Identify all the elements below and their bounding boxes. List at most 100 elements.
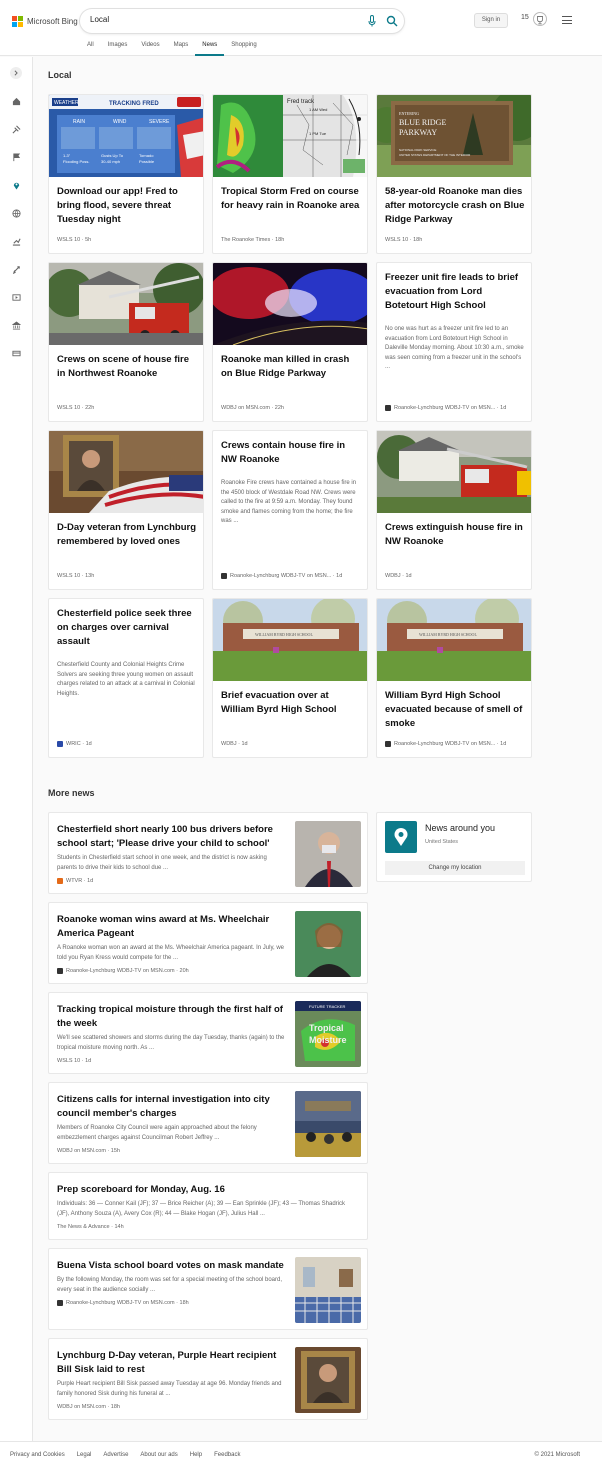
card-title[interactable]: Brief evacuation over at William Byrd Hi… [221, 689, 361, 717]
card-source: WDBJ on MSN.com · 22h [221, 405, 284, 411]
news-card[interactable]: WILLIAM BYRD HIGH SCHOOL Brief evacuatio… [212, 598, 368, 758]
card-snippet: Roanoke Fire crews have contained a hous… [221, 480, 357, 524]
weather-logo-text: WEATHER [54, 100, 79, 106]
news-card[interactable]: ENTERING BLUE RIDGE PARKWAY NATIONAL PAR… [376, 94, 532, 254]
parkway-sign-image: ENTERING BLUE RIDGE PARKWAY NATIONAL PAR… [377, 95, 531, 177]
item-title[interactable]: Buena Vista school board votes on mask m… [57, 1259, 285, 1273]
school-sign-text: WILLIAM BYRD HIGH SCHOOL [419, 632, 477, 637]
news-card[interactable]: D-Day veteran from Lynchburg remembered … [48, 430, 204, 590]
card-title[interactable]: D-Day veteran from Lynchburg remembered … [57, 521, 197, 549]
source-name: Roanoke-Lynchburg WDBJ-TV on MSN... [394, 405, 496, 411]
card-title[interactable]: Tropical Storm Fred on course for heavy … [221, 185, 361, 213]
wtvr-source-icon [57, 878, 63, 884]
money-icon[interactable] [11, 348, 21, 358]
meeting-room-thumbnail [295, 1257, 361, 1323]
expand-icon[interactable] [10, 67, 22, 79]
source-name: WDBJ [221, 741, 237, 747]
item-title[interactable]: Prep scoreboard for Monday, Aug. 16 [57, 1183, 357, 1197]
card-title[interactable]: Chesterfield police seek three on charge… [57, 607, 197, 649]
more-news-item[interactable]: Lynchburg D-Day veteran, Purple Heart re… [48, 1338, 368, 1420]
search-icon[interactable] [386, 15, 398, 27]
flag-icon[interactable] [11, 152, 21, 162]
news-card[interactable]: Crews extinguish house fire in NW Roanok… [376, 430, 532, 590]
card-title[interactable]: Crews contain house fire in NW Roanoke [221, 439, 361, 467]
more-news-item[interactable]: Buena Vista school board votes on mask m… [48, 1248, 368, 1330]
location-icon[interactable] [11, 180, 21, 190]
news-card[interactable]: Crews contain house fire in NW Roanoke R… [212, 430, 368, 590]
card-title[interactable]: Crews on scene of house fire in Northwes… [57, 353, 197, 381]
more-news-item[interactable]: Prep scoreboard for Monday, Aug. 16 Indi… [48, 1172, 368, 1240]
item-title[interactable]: Lynchburg D-Day veteran, Purple Heart re… [57, 1349, 285, 1377]
card-title[interactable]: Roanoke man killed in crash on Blue Ridg… [221, 353, 361, 381]
microphone-icon[interactable] [368, 15, 376, 27]
council-thumbnail [295, 1091, 361, 1157]
item-snippet: Purple Heart recipient Bill Sisk passed … [57, 1381, 282, 1397]
card-title[interactable]: Freezer unit fire leads to brief evacuat… [385, 271, 525, 313]
headlines-icon[interactable] [11, 124, 21, 134]
business-icon[interactable] [11, 236, 21, 246]
item-title[interactable]: Citizens calls for internal investigatio… [57, 1093, 285, 1121]
parkway-top-text: ENTERING [399, 111, 419, 116]
portrait-flag-image [49, 431, 203, 513]
search-input[interactable]: Local [90, 15, 109, 24]
world-icon[interactable] [11, 208, 21, 218]
home-icon[interactable] [11, 96, 21, 106]
news-card[interactable]: Roanoke man killed in crash on Blue Ridg… [212, 262, 368, 422]
news-card[interactable]: WEATHER TRACKING FRED RAIN WIND SEVERE 1… [48, 94, 204, 254]
storm-time1-text: 1 AM Wed [309, 107, 327, 112]
footer-link-legal[interactable]: Legal [77, 1452, 92, 1458]
change-location-button[interactable]: Change my location [385, 861, 525, 875]
item-title[interactable]: Chesterfield short nearly 100 bus driver… [57, 823, 285, 851]
storm-track-image: Fred track 1 AM Wed 1 PM Tue [213, 95, 367, 177]
source-name: WSLS 10 [385, 237, 409, 243]
footer-link-advertise[interactable]: Advertise [103, 1452, 128, 1458]
science-icon[interactable] [11, 264, 21, 274]
radar-title1-text: Tropical [309, 1023, 344, 1033]
card-title[interactable]: William Byrd High School evacuated becau… [385, 689, 525, 731]
more-news-item[interactable]: Roanoke woman wins award at Ms. Wheelcha… [48, 902, 368, 984]
tab-maps[interactable]: Maps [167, 40, 196, 56]
fire-truck-image [377, 431, 531, 513]
card-title[interactable]: 58-year-old Roanoke man dies after motor… [385, 185, 525, 227]
sign-in-button[interactable]: Sign in [474, 13, 508, 28]
tab-all[interactable]: All [80, 40, 101, 56]
footer-link-about-ads[interactable]: About our ads [140, 1452, 177, 1458]
more-news-item[interactable]: Chesterfield short nearly 100 bus driver… [48, 812, 368, 894]
news-card[interactable]: Freezer unit fire leads to brief evacuat… [376, 262, 532, 422]
time-ago: 1d [241, 741, 248, 747]
tab-news[interactable]: News [195, 40, 225, 56]
footer-link-help[interactable]: Help [190, 1452, 202, 1458]
item-snippet: Members of Roanoke City Council were aga… [57, 1125, 257, 1141]
news-card[interactable]: Chesterfield police seek three on charge… [48, 598, 204, 758]
news-card[interactable]: Fred track 1 AM Wed 1 PM Tue Tropical St… [212, 94, 368, 254]
menu-icon[interactable] [562, 16, 572, 24]
more-news-item[interactable]: Citizens calls for internal investigatio… [48, 1082, 368, 1164]
rewards-count[interactable]: 15 [521, 14, 529, 21]
card-title[interactable]: Crews extinguish house fire in NW Roanok… [385, 521, 525, 549]
bing-logo[interactable]: Microsoft Bing [12, 15, 78, 27]
time-ago: 18h [413, 237, 423, 243]
weather-map-image: WEATHER TRACKING FRED RAIN WIND SEVERE 1… [49, 95, 203, 177]
item-title[interactable]: Roanoke woman wins award at Ms. Wheelcha… [57, 913, 285, 941]
card-source: Roanoke-Lynchburg WDBJ-TV on MSN... · 1d [221, 573, 342, 579]
politics-icon[interactable] [11, 320, 21, 330]
item-title[interactable]: Tracking tropical moisture through the f… [57, 1003, 285, 1031]
page-footer: Privacy and Cookies Legal Advertise Abou… [0, 1441, 602, 1467]
entertainment-icon[interactable] [11, 292, 21, 302]
footer-link-privacy[interactable]: Privacy and Cookies [10, 1452, 65, 1458]
tab-images[interactable]: Images [101, 40, 135, 56]
news-card[interactable]: Crews on scene of house fire in Northwes… [48, 262, 204, 422]
more-news-item[interactable]: Tracking tropical moisture through the f… [48, 992, 368, 1074]
portrait-thumbnail [295, 1347, 361, 1413]
news-card[interactable]: WILLIAM BYRD HIGH SCHOOL William Byrd Hi… [376, 598, 532, 758]
item-source: Roanoke-Lynchburg WDBJ-TV on MSN.com · 2… [57, 968, 189, 974]
tab-videos[interactable]: Videos [134, 40, 166, 56]
tab-shopping[interactable]: Shopping [224, 40, 263, 56]
card-title[interactable]: Download our app! Fred to bring flood, s… [57, 185, 197, 227]
footer-link-feedback[interactable]: Feedback [214, 1452, 240, 1458]
search-box[interactable]: Local [80, 9, 404, 33]
card-source: WSLS 10 · 22h [57, 405, 95, 411]
source-name: WDBJ [385, 573, 401, 579]
weather-col-wind: WIND [113, 119, 127, 125]
rewards-trophy-icon[interactable] [533, 12, 547, 26]
